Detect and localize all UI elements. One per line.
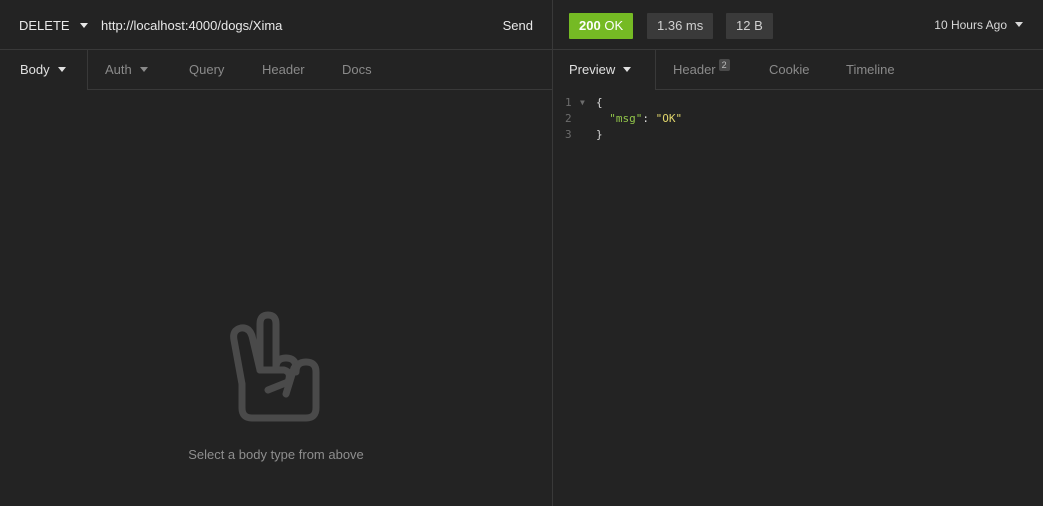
tab-preview-label: Preview [569,62,616,77]
tab-response-header[interactable]: Header 2 [673,50,730,90]
response-size-badge: 12 B [726,13,773,39]
code-line: 2 "msg": "OK" [553,111,1043,127]
code-text: { [596,96,603,109]
chevron-down-icon [623,67,632,73]
method-label: DELETE [19,18,70,33]
status-badge: 200 OK [569,13,634,39]
tab-auth[interactable]: Auth [105,50,148,90]
json-value: "OK" [655,112,683,125]
tab-auth-label: Auth [105,62,132,77]
peace-hand-icon [230,311,320,422]
tab-timeline[interactable]: Timeline [846,50,895,90]
tab-header[interactable]: Header [262,50,305,90]
response-body-viewer[interactable]: 1 ▼ { 2 "msg": "OK" 3 } [553,95,1043,143]
empty-body-message: Select a body type from above [188,447,364,462]
response-tabs: Preview Header 2 Cookie Timeline [553,50,1043,90]
code-text: } [596,128,603,141]
fold-arrow-icon[interactable]: ▼ [580,95,585,111]
chevron-down-icon [79,23,88,29]
history-label: 10 Hours Ago [934,18,1007,32]
url-bar: DELETE http://localhost:4000/dogs/Xima S… [0,0,552,50]
tab-body[interactable]: Body [0,50,87,90]
tab-docs[interactable]: Docs [342,50,372,90]
chevron-down-icon [139,67,148,73]
tab-response-header-label: Header [673,62,716,77]
tab-divider [87,50,88,90]
json-key: "msg" [609,112,643,125]
tab-query[interactable]: Query [189,50,224,90]
chevron-down-icon [57,67,66,73]
history-dropdown[interactable]: 10 Hours Ago [934,18,1023,32]
tab-body-label: Body [20,62,50,77]
request-pane: DELETE http://localhost:4000/dogs/Xima S… [0,0,552,506]
tab-cookie[interactable]: Cookie [769,50,809,90]
request-tabs: Body Auth Query Header Docs [0,50,552,90]
response-time-badge: 1.36 ms [647,13,714,39]
url-input[interactable]: http://localhost:4000/dogs/Xima [101,18,282,33]
method-dropdown[interactable]: DELETE [19,18,88,33]
line-number: 3 [565,128,572,141]
json-colon: : [642,112,656,125]
status-code: 200 [579,18,601,33]
line-number: 1 [565,96,572,109]
code-text: "msg": "OK" [596,111,682,127]
line-number: 2 [565,112,572,125]
code-line: 1 ▼ { [553,95,1043,111]
status-text: OK [604,18,624,33]
response-meta-bar: 200 OK 1.36 ms 12 B 10 Hours Ago [553,0,1043,50]
header-count-badge: 2 [718,59,730,71]
tab-divider [655,50,656,90]
response-pane: 200 OK 1.36 ms 12 B 10 Hours Ago Preview… [553,0,1043,506]
chevron-down-icon [1015,22,1023,28]
send-button[interactable]: Send [503,18,533,33]
tab-preview[interactable]: Preview [553,50,655,90]
code-line: 3 } [553,127,1043,143]
